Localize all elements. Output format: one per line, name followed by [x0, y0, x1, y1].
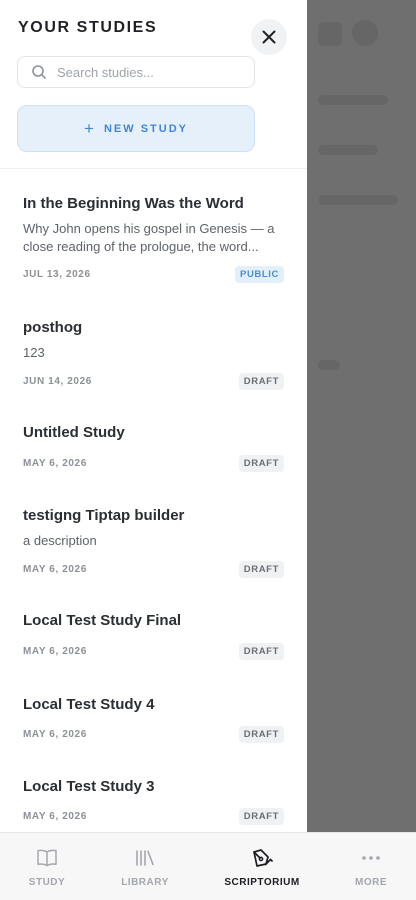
study-title: Local Test Study 4	[23, 696, 155, 713]
nav-label: LIBRARY	[121, 877, 169, 888]
study-title: testigng Tiptap builder	[23, 507, 185, 524]
study-item[interactable]: Untitled Study MAY 6, 2026 DRAFT	[0, 397, 307, 479]
new-study-label: NEW STUDY	[103, 122, 188, 135]
study-title: posthog	[23, 319, 83, 336]
study-item[interactable]: Local Test Study 3 MAY 6, 2026 DRAFT	[0, 750, 307, 832]
new-study-button[interactable]: + NEW STUDY	[17, 105, 255, 152]
nav-label: MORE	[355, 877, 387, 888]
nav-label: STUDY	[28, 877, 66, 888]
search-field[interactable]	[17, 56, 255, 88]
study-date: JUL 13, 2026	[23, 269, 91, 280]
study-description: Why John opens his gospel in Genesis — a…	[23, 221, 275, 254]
pen-nib-icon	[251, 847, 273, 869]
study-item[interactable]: Local Test Study Final MAY 6, 2026 DRAFT	[0, 585, 307, 668]
bottom-nav: STUDY LIBRARY SCRIPTORIUM MORE	[0, 832, 416, 900]
search-icon	[31, 64, 47, 80]
close-icon	[262, 30, 276, 44]
studies-drawer: YOUR STUDIES + NEW STUDY In the Beginnin…	[0, 0, 307, 832]
study-item[interactable]: posthog 123 JUN 14, 2026 DRAFT	[0, 291, 307, 397]
library-icon	[135, 847, 155, 869]
study-date: JUN 14, 2026	[23, 376, 92, 387]
book-icon	[36, 847, 58, 869]
close-button[interactable]	[251, 19, 287, 55]
study-date: MAY 6, 2026	[23, 564, 87, 575]
study-date: MAY 6, 2026	[23, 458, 87, 469]
nav-item-library[interactable]: LIBRARY	[115, 833, 175, 900]
status-badge: DRAFT	[238, 373, 284, 390]
status-badge: DRAFT	[238, 726, 284, 743]
study-title: Local Test Study Final	[23, 612, 182, 629]
status-badge: DRAFT	[238, 808, 284, 825]
studies-list: In the Beginning Was the Word Why John o…	[0, 168, 307, 825]
more-dots-icon	[361, 847, 381, 869]
study-date: MAY 6, 2026	[23, 646, 87, 657]
status-badge: PUBLIC	[235, 266, 284, 283]
study-title: In the Beginning Was the Word	[23, 195, 244, 212]
study-description: a description	[23, 533, 97, 548]
study-title: Untitled Study	[23, 424, 125, 441]
nav-item-study[interactable]: STUDY	[17, 833, 77, 900]
study-date: MAY 6, 2026	[23, 811, 87, 822]
study-item[interactable]: In the Beginning Was the Word Why John o…	[0, 169, 307, 291]
study-item[interactable]: testigng Tiptap builder a description MA…	[0, 479, 307, 585]
status-badge: DRAFT	[238, 561, 284, 578]
drawer-title: YOUR STUDIES	[18, 19, 158, 36]
study-item[interactable]: Local Test Study 4 MAY 6, 2026 DRAFT	[0, 668, 307, 750]
plus-icon: +	[84, 119, 94, 138]
study-description: 123	[23, 345, 45, 360]
status-badge: DRAFT	[238, 455, 284, 472]
study-title: Local Test Study 3	[23, 778, 155, 795]
status-badge: DRAFT	[238, 643, 284, 660]
nav-item-more[interactable]: MORE	[341, 833, 401, 900]
search-input[interactable]	[57, 64, 237, 80]
study-date: MAY 6, 2026	[23, 729, 87, 740]
nav-label: SCRIPTORIUM	[224, 877, 300, 888]
nav-item-scriptorium[interactable]: SCRIPTORIUM	[218, 833, 306, 900]
